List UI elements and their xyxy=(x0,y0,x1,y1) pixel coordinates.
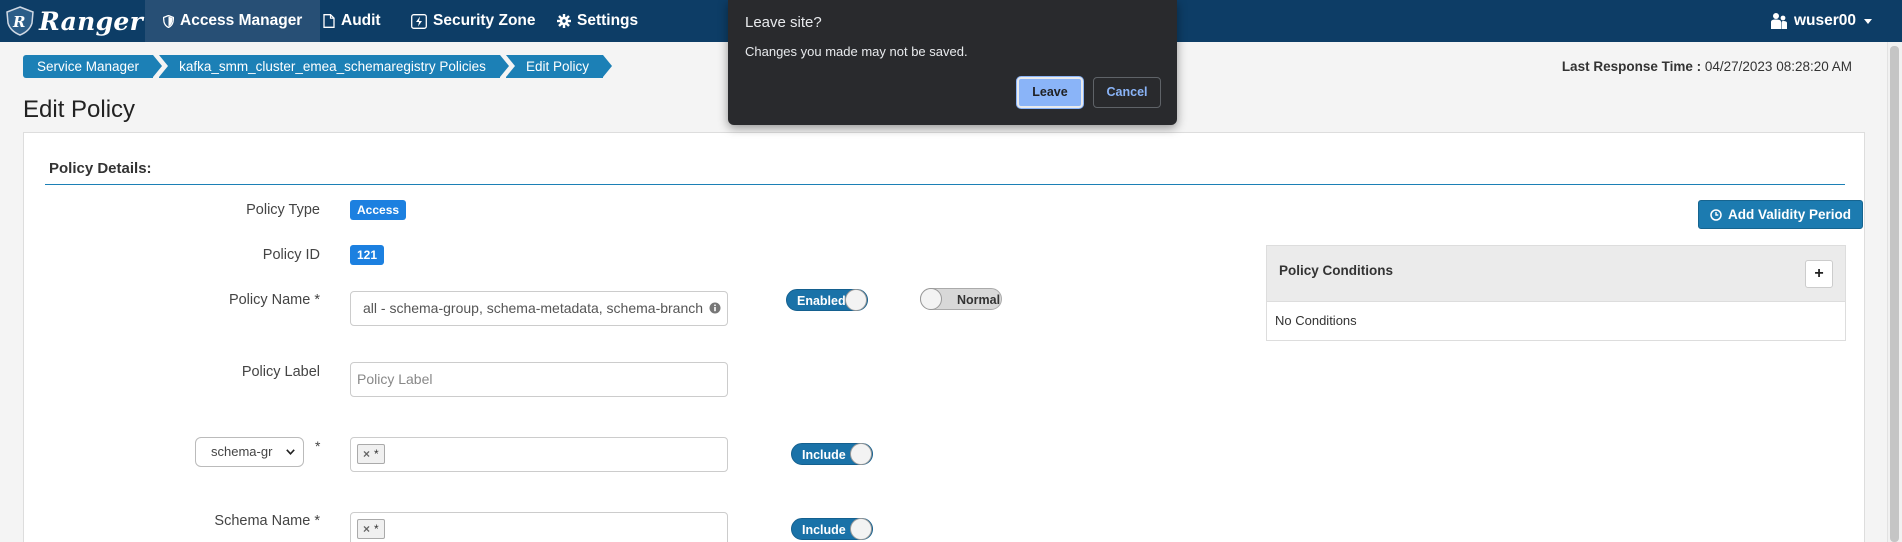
policy-type-badge: Access xyxy=(350,200,407,220)
ranger-logo-icon: R xyxy=(6,6,34,36)
gear-icon xyxy=(557,14,571,28)
nav-audit[interactable]: Audit xyxy=(305,0,399,42)
resource-include-toggle[interactable]: Include xyxy=(791,443,873,465)
nav-security-zone[interactable]: Security Zone xyxy=(393,0,554,42)
shield-icon xyxy=(163,14,174,28)
add-validity-label: Add Validity Period xyxy=(1728,207,1852,222)
chevron-down-icon xyxy=(286,449,295,455)
section-divider xyxy=(45,184,1845,185)
resource-values-input[interactable]: × * xyxy=(350,437,728,472)
policy-label-label: Policy Label xyxy=(241,364,320,380)
required-asterisk: * xyxy=(315,438,321,454)
policy-id-label: Policy ID xyxy=(262,247,320,263)
brand-name: Ranger xyxy=(39,6,144,36)
policy-name-value: all - schema-group, schema-metadata, sch… xyxy=(363,300,704,316)
resource-token: × * xyxy=(357,444,385,464)
nav-security-zone-label: Security Zone xyxy=(433,12,536,29)
dialog-message: Changes you made may not be saved. xyxy=(745,44,968,59)
breadcrumb-service-manager[interactable]: Service Manager xyxy=(23,55,163,78)
resource-type-value: schema-gr xyxy=(211,444,273,459)
nav-access-manager[interactable]: Access Manager xyxy=(145,0,321,42)
bolt-box-icon xyxy=(411,13,427,29)
nav-audit-label: Audit xyxy=(341,12,381,29)
policy-name-label: Policy Name * xyxy=(228,292,320,308)
user-name: wuser00 xyxy=(1793,12,1856,29)
resource-type-select[interactable]: schema-gr xyxy=(195,437,304,467)
enabled-toggle-label: Enabled xyxy=(797,294,846,308)
toggle-knob xyxy=(845,289,867,311)
no-conditions-text: No Conditions xyxy=(1275,313,1357,328)
policy-details-title: Policy Details: xyxy=(49,160,152,177)
schema-token-value: * xyxy=(374,522,379,536)
enabled-toggle[interactable]: Enabled xyxy=(786,289,868,311)
schema-name-label: Schema Name * xyxy=(214,513,320,529)
toggle-knob xyxy=(920,288,942,310)
nav-access-manager-label: Access Manager xyxy=(180,12,303,29)
add-condition-button[interactable]: + xyxy=(1805,260,1833,288)
svg-text:R: R xyxy=(12,13,25,31)
policy-form: Policy Details: Policy Type Access Polic… xyxy=(23,132,1865,542)
breadcrumb-policies[interactable]: kafka_smm_cluster_emea_schemaregistry Po… xyxy=(159,55,509,78)
normal-override-toggle[interactable]: Normal xyxy=(920,288,1002,310)
remove-token-icon[interactable]: × xyxy=(363,522,370,536)
policy-conditions-header: Policy Conditions + xyxy=(1267,246,1845,302)
policy-label-input[interactable]: Policy Label xyxy=(350,362,728,397)
last-response-label: Last Response Time : xyxy=(1561,59,1702,74)
clock-icon xyxy=(1710,208,1722,221)
include-toggle-label: Include xyxy=(802,448,846,462)
policy-id-badge: 121 xyxy=(350,245,385,265)
policy-name-input[interactable]: all - schema-group, schema-metadata, sch… xyxy=(350,291,728,326)
dialog-title: Leave site? xyxy=(745,14,822,31)
remove-token-icon[interactable]: × xyxy=(363,447,370,461)
info-icon[interactable] xyxy=(709,302,721,314)
policy-conditions-title: Policy Conditions xyxy=(1279,263,1394,278)
schema-include-label: Include xyxy=(802,523,846,537)
last-response-time: Last Response Time : 04/27/2023 08:28:20… xyxy=(1562,59,1852,74)
policy-type-label: Policy Type xyxy=(246,202,320,218)
schema-include-toggle[interactable]: Include xyxy=(791,518,873,540)
leave-site-dialog: Leave site? Changes you made may not be … xyxy=(728,0,1177,125)
schema-name-input[interactable]: × * xyxy=(350,512,728,542)
brand[interactable]: R Ranger xyxy=(5,4,143,38)
nav-settings[interactable]: Settings xyxy=(539,0,656,42)
last-response-value: 04/27/2023 08:28:20 AM xyxy=(1704,59,1852,74)
cancel-button[interactable]: Cancel xyxy=(1093,77,1161,108)
resource-token-value: * xyxy=(374,447,379,461)
scrollbar-thumb[interactable] xyxy=(1890,46,1899,542)
leave-button[interactable]: Leave xyxy=(1017,77,1083,108)
page-title: Edit Policy xyxy=(23,96,136,123)
schema-token: × * xyxy=(357,519,385,539)
toggle-knob xyxy=(850,518,872,540)
nav-settings-label: Settings xyxy=(577,12,639,29)
breadcrumb-edit-policy: Edit Policy xyxy=(505,55,613,78)
toggle-knob xyxy=(850,443,872,465)
policy-conditions-panel: Policy Conditions + No Conditions xyxy=(1266,245,1846,341)
user-group-icon xyxy=(1770,13,1787,29)
add-validity-period-button[interactable]: Add Validity Period xyxy=(1698,200,1864,229)
normal-toggle-label: Normal xyxy=(957,293,1001,307)
user-menu[interactable]: wuser00 xyxy=(1770,0,1872,42)
chevron-down-icon xyxy=(1864,18,1872,24)
breadcrumb: Service Manager kafka_smm_cluster_emea_s… xyxy=(23,55,613,78)
file-icon xyxy=(323,14,335,28)
